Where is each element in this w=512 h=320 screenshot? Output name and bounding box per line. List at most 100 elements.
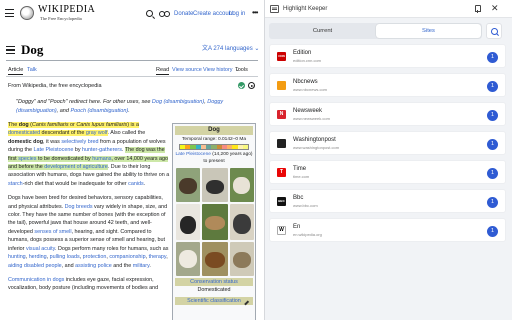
tab-sites[interactable]: Sites — [376, 24, 481, 38]
listen-audio-icon[interactable] — [248, 82, 255, 89]
tab-current[interactable]: Current — [270, 24, 375, 38]
page-tabs: Article Talk Read View source View histo… — [6, 66, 258, 76]
site-name: Nbcnews — [293, 79, 318, 85]
article-link[interactable]: development of agriculture — [44, 164, 108, 170]
geologic-timescale-bar[interactable] — [179, 144, 249, 150]
search-icon[interactable] — [486, 23, 502, 39]
site-url: www.washingtonpost.com — [293, 145, 340, 150]
dog-photo[interactable] — [230, 204, 254, 240]
article-link[interactable]: selectively bred — [61, 139, 98, 145]
site-favicon-icon: N — [277, 110, 286, 119]
dog-photo[interactable] — [176, 242, 200, 276]
wikipedia-header: WIKIPEDIA The Free Encyclopedia Donate C… — [0, 0, 264, 26]
text: , — [166, 254, 168, 261]
site-name: Newsweek — [293, 108, 323, 114]
article-link[interactable]: military — [133, 263, 150, 269]
site-list-item[interactable]: Nbcnews www.nbcnews.com 1 — [269, 73, 506, 97]
article-link[interactable]: starch — [8, 181, 23, 187]
article-link[interactable]: domesticated — [8, 130, 40, 136]
article-link[interactable]: Communication in dogs — [8, 277, 64, 283]
dog-photo[interactable] — [176, 204, 200, 240]
dog-photo-collage[interactable] — [176, 168, 254, 276]
highlight-count-badge[interactable]: 1 — [487, 52, 498, 63]
page-title: Dog — [21, 42, 44, 57]
login-link[interactable]: Log in — [229, 11, 245, 18]
scientific-classification-header[interactable]: Scientific classification — [175, 297, 253, 305]
article-link[interactable]: therapy — [149, 254, 167, 260]
hatnote-link[interactable]: Dog (disambiguation) — [152, 99, 204, 105]
article-link[interactable]: aiding disabled people — [8, 263, 62, 269]
lead-paragraph: The dog (Canis familiaris or Canis lupus… — [8, 121, 170, 188]
tools-menu[interactable]: Tools ⌄ — [235, 66, 248, 74]
site-list-item[interactable]: W En en.wikipedia.org 1 — [269, 218, 506, 242]
highlight-keeper-logo-icon — [270, 5, 279, 13]
wikipedia-wordmark[interactable]: WIKIPEDIA — [38, 5, 95, 15]
pin-icon[interactable] — [474, 5, 481, 13]
edit-icon[interactable] — [244, 299, 249, 305]
site-list-item[interactable]: Washingtonpost www.washingtonpost.com 1 — [269, 131, 506, 155]
article-link[interactable]: Late Pleistocene — [33, 147, 73, 153]
site-name: Time — [293, 166, 307, 172]
create-account-link[interactable]: Create account — [193, 11, 234, 18]
article-link[interactable]: senses of smell — [34, 229, 71, 235]
text: dog — [18, 122, 29, 128]
infobox-title: Dog — [175, 126, 253, 135]
text: . Also called the — [107, 130, 146, 137]
article-link[interactable]: species — [18, 156, 36, 162]
paragraph: Dogs have been bred for desired behavior… — [8, 194, 170, 270]
dog-photo[interactable] — [202, 168, 228, 202]
dog-photo[interactable] — [202, 242, 228, 276]
main-menu-icon[interactable] — [5, 9, 14, 17]
article-link[interactable]: herding — [29, 254, 47, 260]
site-list-item[interactable]: BBC Bbc www.bbc.com 1 — [269, 189, 506, 213]
wikipedia-logo-globe[interactable] — [20, 6, 34, 20]
more-options-icon[interactable]: ••• — [252, 9, 258, 17]
highlight-count-badge[interactable]: 1 — [487, 197, 498, 208]
site-list-item[interactable]: T Time time.com 1 — [269, 160, 506, 184]
dog-photo[interactable] — [230, 168, 254, 202]
site-name: Washingtonpost — [293, 137, 336, 143]
conservation-status-header[interactable]: Conservation status — [175, 278, 253, 286]
appearance-icon[interactable] — [159, 11, 170, 17]
dog-photo[interactable] — [176, 168, 200, 202]
highlight-count-badge[interactable]: 1 — [487, 110, 498, 121]
site-list-item[interactable]: CNN Edition edition.cnn.com 1 — [269, 44, 506, 68]
article-link[interactable]: hunting — [8, 254, 26, 260]
tab-view-history[interactable]: View history — [203, 66, 233, 74]
languages-button[interactable]: 文A 274 languages ⌄ — [202, 45, 259, 53]
article-link[interactable]: assisting police — [75, 263, 112, 269]
highlight-count-badge[interactable]: 1 — [487, 168, 498, 179]
tab-read[interactable]: Read — [156, 66, 170, 75]
article-link[interactable]: visual acuity — [26, 246, 55, 252]
good-article-icon[interactable] — [238, 82, 245, 89]
close-icon[interactable]: ✕ — [491, 4, 499, 13]
article-link[interactable]: Dog breeds — [65, 204, 93, 210]
article-link[interactable]: canids — [128, 181, 144, 187]
donate-link[interactable]: Donate — [174, 11, 193, 18]
article-link[interactable]: companionship — [109, 254, 145, 260]
search-icon[interactable] — [146, 10, 153, 17]
hatnote-link[interactable]: Pooch (disambiguation) — [70, 108, 128, 114]
temporal-range: Temporal range: 0.0142–0 Ma — [182, 137, 246, 142]
dog-photo[interactable] — [230, 242, 254, 276]
site-favicon-icon: CNN — [277, 52, 286, 61]
article-link[interactable]: gray wolf — [86, 130, 108, 136]
late-pleistocene-link[interactable]: Late Pleistocene — [175, 152, 210, 157]
site-favicon-icon: BBC — [277, 197, 286, 206]
site-url: edition.cnn.com — [293, 58, 322, 63]
dog-photo[interactable] — [202, 204, 228, 240]
text: ) is a — [127, 122, 139, 128]
highlight-count-badge[interactable]: 1 — [487, 139, 498, 150]
article-link[interactable]: humans — [92, 156, 111, 162]
tab-view-source[interactable]: View source — [172, 66, 202, 74]
highlight-count-badge[interactable]: 1 — [487, 226, 498, 237]
panel-header: Highlight Keeper ✕ — [265, 0, 512, 18]
tab-talk[interactable]: Talk — [27, 66, 37, 74]
article-link[interactable]: hunter-gatherers — [82, 147, 122, 153]
article-link[interactable]: pulling loads — [50, 254, 80, 260]
highlight-count-badge[interactable]: 1 — [487, 81, 498, 92]
tab-article[interactable]: Article — [8, 66, 24, 75]
article-link[interactable]: protection — [83, 254, 107, 260]
site-list-item[interactable]: N Newsweek www.newsweek.com 1 — [269, 102, 506, 126]
table-of-contents-icon[interactable] — [6, 46, 15, 54]
